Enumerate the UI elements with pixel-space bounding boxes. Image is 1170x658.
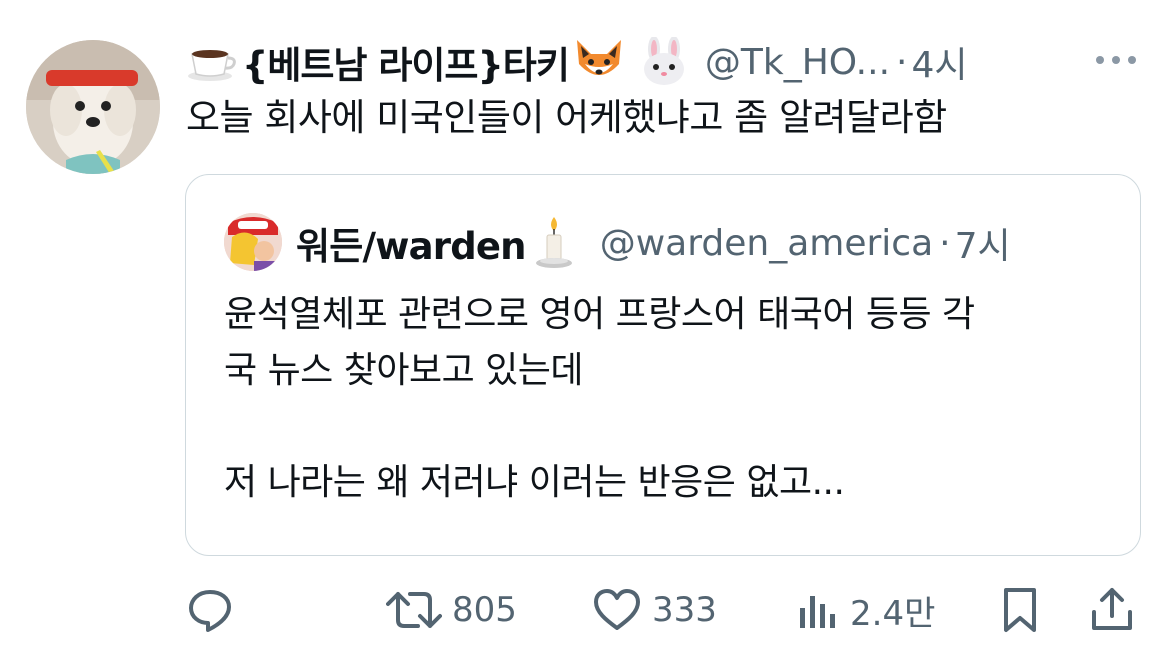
- quoted-author-handle[interactable]: @warden_america: [600, 223, 933, 264]
- like-button[interactable]: 333: [592, 580, 717, 640]
- tweet-action-bar: 805 333 2.4만: [186, 580, 1146, 640]
- quoted-tweet-header: 워든/warden @warden_america · 7시: [296, 215, 1011, 271]
- bookmark-icon: [1004, 588, 1036, 632]
- separator-dot: ·: [896, 41, 908, 83]
- rabbit-emoji: [639, 37, 689, 87]
- views-button[interactable]: 2.4만: [796, 580, 935, 640]
- like-count: 333: [652, 590, 717, 630]
- share-icon: [1092, 588, 1132, 630]
- quoted-tweet-text: 윤석열체포 관련으로 영어 프랑스어 태국어 등등 각 국 뉴스 찾아보고 있는…: [224, 294, 975, 503]
- candle-emoji: [532, 215, 576, 271]
- retweet-count: 805: [452, 590, 517, 630]
- views-count: 2.4만: [850, 593, 936, 634]
- coffee-cup-emoji: [186, 42, 238, 82]
- bookmark-button[interactable]: [998, 580, 1042, 640]
- more-options-button[interactable]: [1092, 40, 1140, 80]
- tweet-text: 오늘 회사에 미국인들이 어케했냐고 좀 알려달라함: [186, 96, 947, 139]
- retweet-icon: [386, 592, 442, 628]
- reply-icon: [189, 590, 231, 632]
- fox-emoji: [573, 38, 625, 86]
- author-handle[interactable]: @Tk_HO...: [705, 42, 890, 83]
- quoted-tweet-time[interactable]: 7시: [955, 217, 1011, 269]
- quoted-author-avatar: [224, 213, 282, 271]
- quoted-separator-dot: ·: [939, 222, 951, 264]
- quoted-author-display-name[interactable]: 워든/warden: [296, 216, 527, 270]
- author-display-name[interactable]: {베트남 라이프}타키: [242, 35, 570, 89]
- more-icon: [1096, 56, 1136, 64]
- tweet-header: {베트남 라이프}타키 @Tk_HO... · 4시: [186, 32, 1166, 92]
- retweet-button[interactable]: 805: [386, 580, 517, 640]
- reply-button[interactable]: [186, 580, 234, 640]
- heart-icon: [594, 589, 640, 630]
- tweet-time[interactable]: 4시: [911, 36, 967, 88]
- share-button[interactable]: [1090, 580, 1134, 640]
- quoted-tweet-card[interactable]: 워든/warden @warden_america · 7시 윤석열체포 관련으…: [185, 174, 1141, 556]
- author-avatar[interactable]: [26, 40, 160, 174]
- views-icon: [800, 596, 835, 628]
